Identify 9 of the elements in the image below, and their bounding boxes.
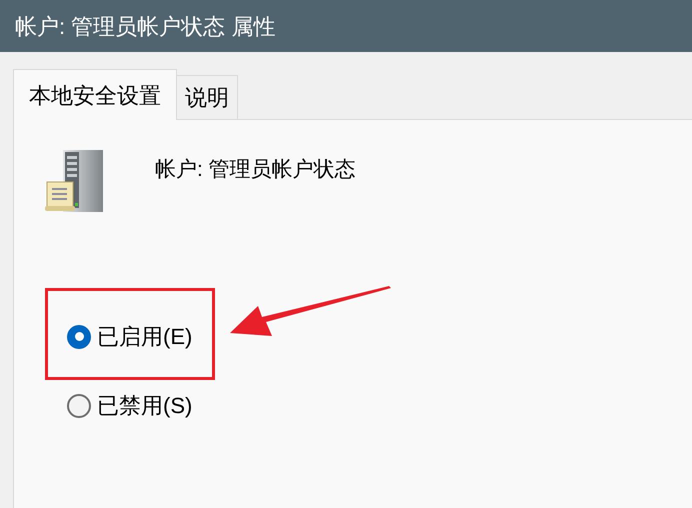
window-title: 帐户: 管理员帐户状态 属性: [15, 12, 276, 40]
policy-name: 帐户: 管理员帐户状态: [155, 157, 356, 183]
radio-label: 已禁用(S): [97, 392, 192, 420]
radio-button[interactable]: [67, 394, 91, 418]
radio-button[interactable]: [67, 324, 91, 348]
tab[interactable]: 说明: [177, 75, 238, 119]
server-document-icon: [45, 150, 103, 212]
tab[interactable]: 本地安全设置: [13, 69, 177, 120]
radio-label: 已启用(E): [97, 323, 192, 351]
